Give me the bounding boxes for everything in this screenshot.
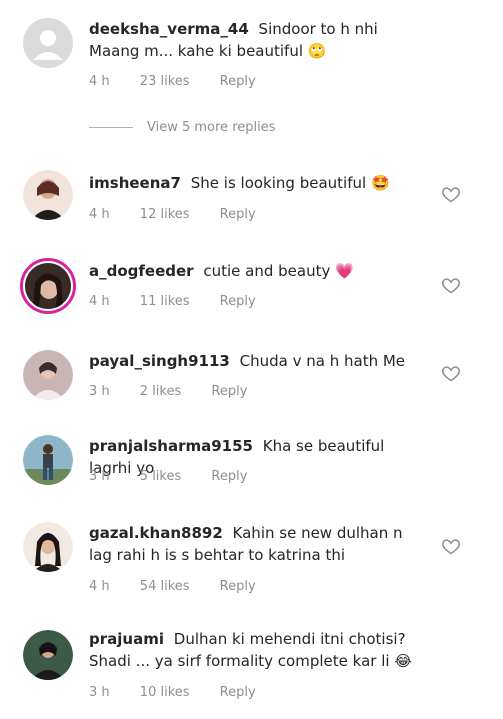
default-avatar-icon	[23, 18, 73, 68]
reply-button[interactable]: Reply	[211, 384, 247, 399]
comment-text: Chuda v na h hath Me	[239, 352, 406, 370]
view-more-replies[interactable]: View 5 more replies	[89, 120, 276, 135]
avatar[interactable]	[23, 350, 73, 400]
comment-meta: 3 h 2 likes Reply	[89, 384, 273, 399]
comment-body: payal_singh9113 Chuda v na h hath Me	[89, 350, 429, 372]
reply-button[interactable]: Reply	[211, 469, 247, 484]
comment-likes[interactable]: 12 likes	[140, 207, 190, 222]
comment-time: 4 h	[89, 294, 110, 309]
comment-emoji: 💗	[335, 262, 354, 280]
comment-text: cutie and beauty	[203, 262, 331, 280]
profile-photo-icon	[23, 630, 73, 680]
comment-time: 3 h	[89, 384, 110, 399]
heart-outline-icon[interactable]	[441, 184, 461, 204]
comment-likes[interactable]: 5 likes	[140, 469, 181, 484]
comment-likes[interactable]: 10 likes	[140, 685, 190, 700]
profile-photo-icon	[23, 435, 73, 485]
comment-meta: 4 h 11 likes Reply	[89, 294, 282, 309]
avatar[interactable]	[23, 18, 73, 68]
comment-username[interactable]: payal_singh9113	[89, 352, 230, 370]
heart-outline-icon[interactable]	[441, 536, 461, 556]
comment-body: a_dogfeeder cutie and beauty 💗	[89, 260, 429, 282]
profile-photo-icon	[23, 350, 73, 400]
comment-body: gazal.khan8892 Kahin se new dulhan n lag…	[89, 522, 429, 566]
comment-meta: 4 h 12 likes Reply	[89, 207, 282, 222]
profile-photo-icon	[25, 263, 71, 309]
avatar	[25, 263, 71, 309]
edge-fade	[413, 427, 503, 467]
comment-likes[interactable]: 2 likes	[140, 384, 181, 399]
comment-username[interactable]: deeksha_verma_44	[89, 20, 249, 38]
comment-emoji: 🤩	[370, 174, 390, 192]
reply-button[interactable]: Reply	[220, 579, 256, 594]
comment-body: deeksha_verma_44 Sindoor to h nhi Maang …	[89, 18, 429, 62]
heart-outline-icon[interactable]	[441, 275, 461, 295]
view-more-label[interactable]: View 5 more replies	[147, 120, 276, 135]
comment-username[interactable]: prajuami	[89, 630, 164, 648]
heart-outline-icon[interactable]	[441, 363, 461, 383]
reply-button[interactable]: Reply	[220, 207, 256, 222]
profile-photo-icon	[23, 170, 73, 220]
comment-meta: 3 h 5 likes Reply	[89, 469, 273, 484]
reply-button[interactable]: Reply	[220, 294, 256, 309]
comment-likes[interactable]: 23 likes	[140, 74, 190, 89]
comment-likes[interactable]: 11 likes	[140, 294, 190, 309]
reply-button[interactable]: Reply	[220, 74, 256, 89]
comment-body: prajuami Dulhan ki mehendi itni chotisi?…	[89, 628, 429, 672]
comment-emoji: 😂	[394, 652, 412, 670]
comment-meta: 4 h 23 likes Reply	[89, 74, 282, 89]
profile-photo-icon	[23, 522, 73, 572]
comment-body: imsheena7 She is looking beautiful 🤩	[89, 172, 429, 194]
comment-meta: 3 h 10 likes Reply	[89, 685, 282, 700]
avatar[interactable]	[23, 435, 73, 485]
comment-username[interactable]: a_dogfeeder	[89, 262, 194, 280]
avatar[interactable]	[23, 630, 73, 680]
comment-time: 4 h	[89, 207, 110, 222]
comment-username[interactable]: gazal.khan8892	[89, 524, 223, 542]
comment-time: 4 h	[89, 74, 110, 89]
comment-meta: 4 h 54 likes Reply	[89, 579, 282, 594]
avatar[interactable]	[23, 522, 73, 572]
comment-likes[interactable]: 54 likes	[140, 579, 190, 594]
comment-username[interactable]: imsheena7	[89, 174, 181, 192]
comment-text: She is looking beautiful	[190, 174, 367, 192]
comment-emoji: 🙄	[307, 42, 327, 60]
divider	[89, 127, 133, 128]
comment-time: 4 h	[89, 579, 110, 594]
avatar[interactable]	[23, 170, 73, 220]
avatar-story-ring[interactable]	[20, 258, 76, 314]
reply-button[interactable]: Reply	[220, 685, 256, 700]
comment-username[interactable]: pranjalsharma9155	[89, 437, 253, 455]
comment-time: 3 h	[89, 469, 110, 484]
comment-time: 3 h	[89, 685, 110, 700]
